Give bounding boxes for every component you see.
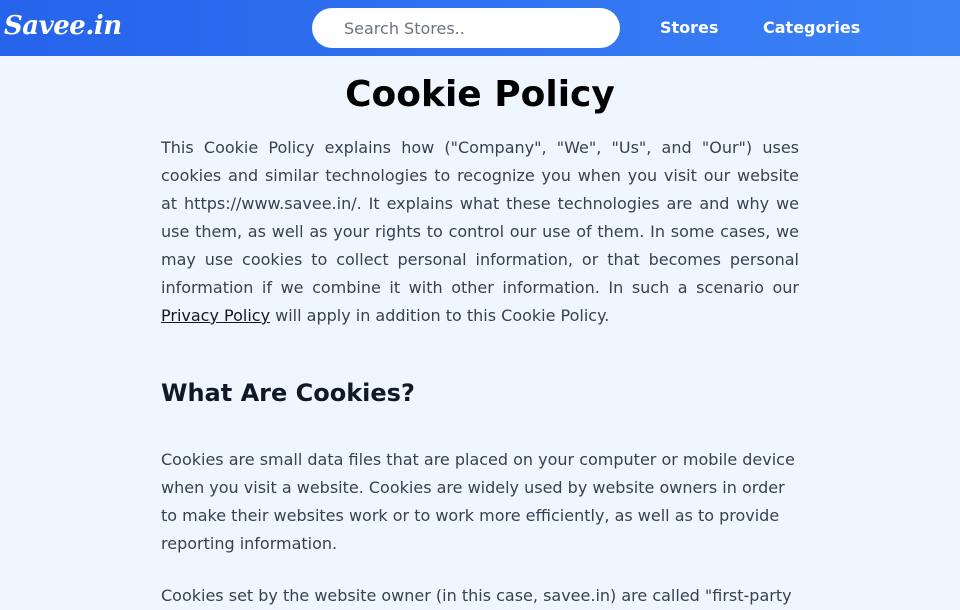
page-title: Cookie Policy bbox=[345, 74, 615, 115]
intro-text-after-link: will apply in addition to this Cookie Po… bbox=[270, 306, 610, 325]
search-stores-input[interactable] bbox=[312, 8, 620, 48]
section-paragraph: Cookies set by the website owner (in thi… bbox=[161, 586, 792, 605]
section-paragraph: Cookies are small data files that are pl… bbox=[161, 450, 795, 553]
main-content: Cookie Policy This Cookie Policy explain… bbox=[161, 56, 799, 610]
intro-text-before-link: This Cookie Policy explains how ("Compan… bbox=[161, 138, 799, 297]
privacy-policy-link[interactable]: Privacy Policy bbox=[161, 306, 270, 325]
top-navigation-bar: Savee.in Stores Categories bbox=[0, 0, 960, 56]
nav-link-stores[interactable]: Stores bbox=[660, 17, 718, 39]
section-heading-what-are-cookies: What Are Cookies? bbox=[161, 379, 415, 407]
site-logo[interactable]: Savee.in bbox=[4, 8, 122, 44]
intro-paragraph: This Cookie Policy explains how ("Compan… bbox=[161, 134, 799, 330]
nav-link-categories[interactable]: Categories bbox=[763, 17, 860, 39]
